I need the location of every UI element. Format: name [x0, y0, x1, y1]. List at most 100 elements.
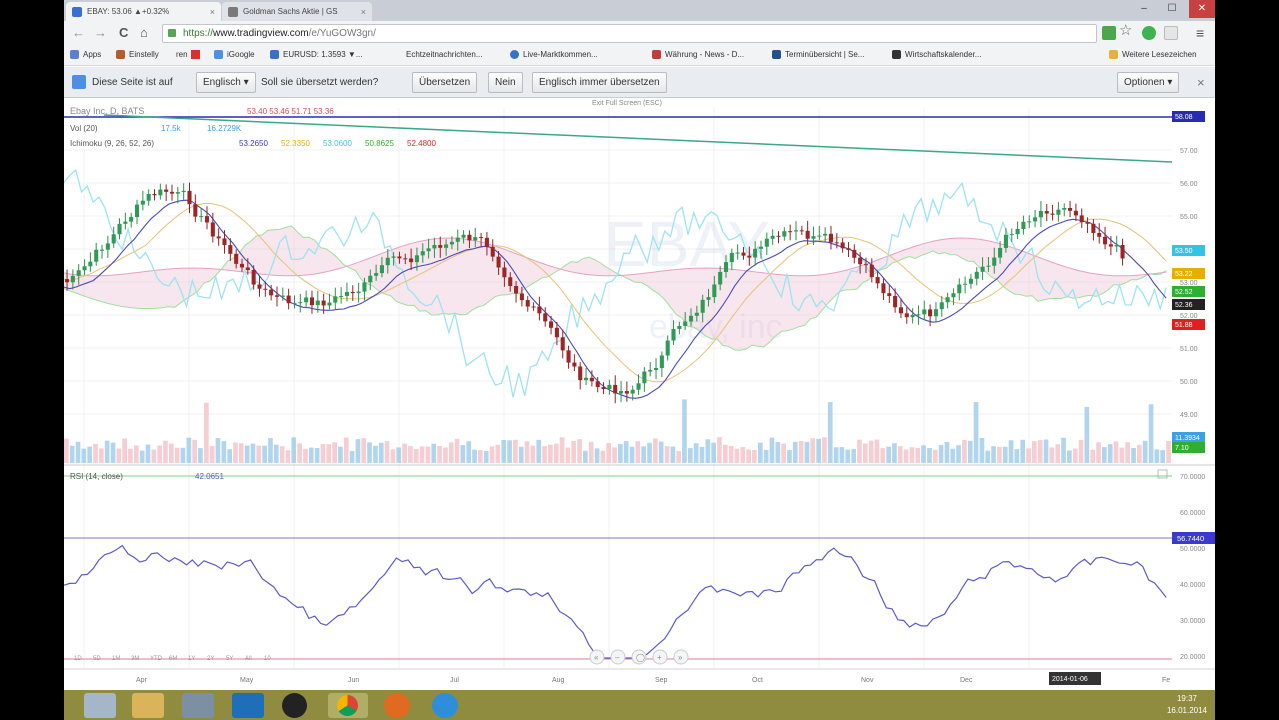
volume-bar: [408, 446, 413, 463]
explorer-icon[interactable]: [132, 693, 164, 718]
adblock-icon[interactable]: [1142, 26, 1156, 40]
period-button[interactable]: 1M: [112, 656, 120, 662]
tab-close-icon[interactable]: ×: [210, 7, 215, 17]
firefox-icon[interactable]: [384, 693, 410, 718]
candle-body: [630, 389, 635, 394]
chart-area[interactable]: EBAY ebay, inc Ebay Inc, D, BATS 53.40 5…: [64, 98, 1215, 690]
bookmark-kalender[interactable]: Wirtschaftskalender...: [892, 50, 981, 59]
nav-button[interactable]: ◯: [636, 653, 645, 662]
always-translate-button[interactable]: Englisch immer übersetzen: [532, 72, 667, 93]
minimize-button[interactable]: –: [1131, 0, 1157, 18]
bookmark-other[interactable]: Weitere Lesezeichen: [1109, 50, 1197, 59]
period-button[interactable]: 2Y: [207, 656, 214, 662]
xbmc-icon[interactable]: [282, 693, 307, 718]
month-label: Apr: [136, 677, 148, 684]
extension-icon[interactable]: [1164, 26, 1178, 40]
candle-body: [811, 236, 816, 239]
period-button[interactable]: 6M: [169, 656, 177, 662]
bookmark-termin[interactable]: Terminübersicht | Se...: [772, 50, 864, 59]
candle-body: [665, 340, 670, 356]
bookmark-apps[interactable]: Apps: [70, 50, 101, 59]
navigation-bar: ← → C ⌂ https://www.tradingview.com/e/Yu…: [64, 21, 1215, 46]
price-chart[interactable]: EBAY ebay, inc Ebay Inc, D, BATS 53.40 5…: [64, 98, 1215, 690]
translate-question: Soll sie übersetzt werden?: [261, 77, 379, 88]
bookmark-star-icon[interactable]: ☆: [1119, 23, 1132, 38]
options-button[interactable]: Optionen ▾: [1117, 72, 1180, 93]
bookmark-ren[interactable]: ren: [176, 50, 200, 59]
bookmark-live[interactable]: Live-Marktkommen...: [510, 50, 598, 59]
clock-date: 16.01.2014: [1166, 706, 1207, 715]
candle-body: [1079, 215, 1084, 223]
volume-bar: [938, 445, 944, 463]
nav-button[interactable]: –: [615, 653, 620, 662]
no-button[interactable]: Nein: [488, 72, 523, 93]
menu-icon[interactable]: ≡: [1196, 26, 1204, 40]
candle-body: [584, 377, 589, 381]
candle-body: [951, 293, 956, 298]
nav-button[interactable]: +: [657, 653, 662, 662]
candle-body: [723, 262, 729, 272]
candle-body: [998, 247, 1003, 258]
home-button[interactable]: ⌂: [140, 26, 148, 40]
period-button[interactable]: 5D: [93, 656, 101, 662]
candle-body: [76, 270, 81, 276]
candle-body: [123, 221, 128, 224]
candle-body: [904, 313, 909, 318]
volume-bar: [1026, 448, 1031, 463]
volume-bar: [1014, 449, 1020, 463]
nav-button[interactable]: «: [594, 653, 599, 662]
libraries-icon[interactable]: [182, 693, 214, 718]
volume-bar: [571, 440, 576, 463]
candle-body: [607, 384, 612, 390]
ichimoku-value: 53.0600: [323, 139, 352, 148]
candle-body: [601, 387, 606, 390]
forward-button[interactable]: →: [94, 26, 107, 40]
volume-bar: [443, 447, 448, 463]
bookmark-igoogle[interactable]: iGoogle: [214, 50, 255, 59]
period-button[interactable]: 1D: [74, 656, 82, 662]
bookmark-waehrung[interactable]: Währung - News - D...: [652, 50, 744, 59]
chrome-icon[interactable]: [328, 693, 368, 718]
translate-prefix: Diese Seite ist auf: [92, 77, 173, 88]
tab-ebay[interactable]: EBAY: 53.06 ▲+0.32% ×: [66, 2, 221, 21]
period-button[interactable]: 5Y: [226, 656, 233, 662]
volume-bar: [868, 440, 874, 463]
candle-body: [840, 242, 845, 249]
app-icon[interactable]: [232, 693, 264, 718]
back-button[interactable]: ←: [72, 26, 85, 40]
period-button[interactable]: YTD: [150, 656, 163, 662]
translate-close-icon[interactable]: ×: [1197, 75, 1205, 90]
volume-bar: [833, 447, 839, 463]
tab-goldman[interactable]: Goldman Sachs Aktie | GS ×: [222, 2, 372, 21]
address-bar[interactable]: https://www.tradingview.com/e/YuGOW3gn/: [162, 24, 1097, 43]
bookmark-eurusd[interactable]: EURUSD: 1.3593 ▼...: [270, 50, 363, 59]
candle-body: [974, 271, 979, 279]
period-button[interactable]: 1Y: [188, 656, 195, 662]
start-icon[interactable]: [84, 693, 116, 718]
period-button[interactable]: 10: [264, 656, 271, 662]
tab-close-icon[interactable]: ×: [361, 7, 366, 17]
candle-body: [444, 244, 449, 248]
language-select[interactable]: Englisch ▾: [196, 72, 256, 93]
other-icon[interactable]: [432, 693, 458, 718]
pane-maximize-icon[interactable]: [1157, 469, 1168, 479]
candle-body: [99, 249, 105, 251]
bookmark-einstelly[interactable]: Einstelly: [116, 50, 159, 59]
candle-body: [881, 283, 886, 294]
candle-body: [933, 309, 938, 317]
bookmark-echtzeit[interactable]: Echtzeitnachrichten...: [406, 50, 482, 59]
system-clock[interactable]: 19:37 16.01.2014: [1167, 693, 1207, 717]
volume-bar: [320, 444, 326, 463]
nav-button[interactable]: »: [678, 653, 683, 662]
reload-button[interactable]: C: [119, 26, 128, 40]
month-label: Dec: [960, 677, 973, 684]
extension-icon[interactable]: [1102, 26, 1116, 40]
period-button[interactable]: All: [245, 656, 252, 662]
translate-button[interactable]: Übersetzen: [412, 72, 478, 93]
close-window-button[interactable]: ✕: [1189, 0, 1215, 18]
candle-body: [1091, 223, 1096, 233]
period-button[interactable]: 3M: [131, 656, 139, 662]
chart-nav-buttons[interactable]: « – ◯ + »: [589, 649, 689, 665]
ichimoku-value: 52.4800: [407, 139, 436, 148]
maximize-button[interactable]: ☐: [1159, 0, 1185, 18]
